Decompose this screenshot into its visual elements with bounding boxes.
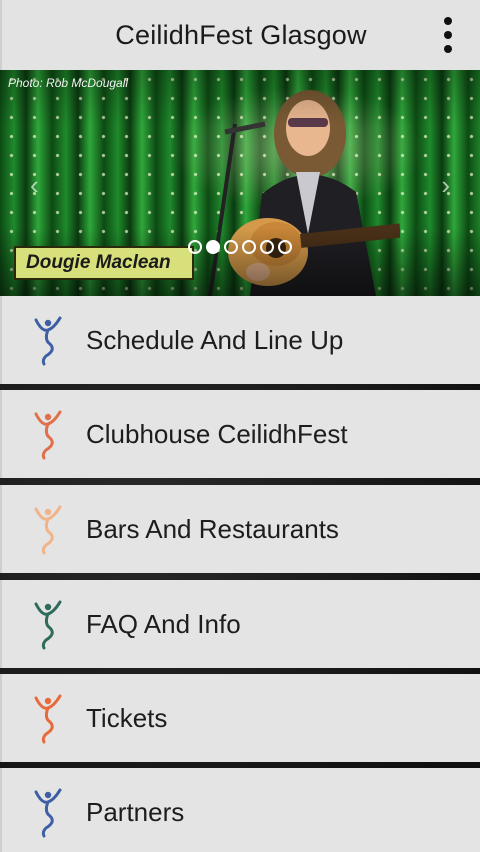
- menu-item-tickets[interactable]: Tickets: [0, 674, 480, 762]
- pager-dot[interactable]: [188, 240, 202, 254]
- pager-dot[interactable]: [224, 240, 238, 254]
- menu-item-bars[interactable]: Bars And Restaurants: [0, 485, 480, 573]
- app-header: CeilidhFest Glasgow: [0, 0, 480, 70]
- pager-dot[interactable]: [260, 240, 274, 254]
- menu-item-label: Tickets: [86, 702, 168, 733]
- menu-item-label: Bars And Restaurants: [86, 513, 339, 544]
- carousel-pager: [188, 240, 292, 254]
- chevron-left-icon[interactable]: ‹: [30, 170, 39, 201]
- menu-item-clubhouse[interactable]: Clubhouse CeilidhFest: [0, 390, 480, 478]
- dancer-icon: [34, 600, 62, 650]
- menu-dot: [444, 17, 452, 25]
- app-title: CeilidhFest Glasgow: [115, 19, 367, 50]
- menu-item-label: Clubhouse CeilidhFest: [86, 418, 348, 449]
- photo-credit: Photo: Rob McDougall: [8, 76, 129, 90]
- menu-item-label: Schedule And Line Up: [86, 324, 344, 355]
- pager-dot[interactable]: [242, 240, 256, 254]
- menu-item-faq[interactable]: FAQ And Info: [0, 580, 480, 668]
- app-screen: CeilidhFest Glasgow Photo: Rob McDougall…: [0, 0, 480, 852]
- menu-dot: [444, 45, 452, 53]
- dancer-icon: [34, 694, 62, 744]
- overflow-menu-icon[interactable]: [440, 17, 456, 53]
- pager-dot-active[interactable]: [206, 240, 220, 254]
- image-carousel[interactable]: Photo: Rob McDougall ‹ › Dougie Maclean: [0, 70, 480, 296]
- menu-item-schedule[interactable]: Schedule And Line Up: [0, 296, 480, 384]
- pager-dot[interactable]: [278, 240, 292, 254]
- menu-item-label: FAQ And Info: [86, 608, 241, 639]
- slide-caption: Dougie Maclean: [14, 246, 194, 280]
- dancer-icon: [34, 316, 62, 366]
- chevron-right-icon[interactable]: ›: [441, 170, 450, 201]
- menu-item-partners[interactable]: Partners: [0, 768, 480, 852]
- menu-dot: [444, 31, 452, 39]
- dancer-icon: [34, 788, 62, 838]
- dancer-icon: [34, 505, 62, 555]
- dancer-icon: [34, 410, 62, 460]
- menu-item-label: Partners: [86, 796, 185, 827]
